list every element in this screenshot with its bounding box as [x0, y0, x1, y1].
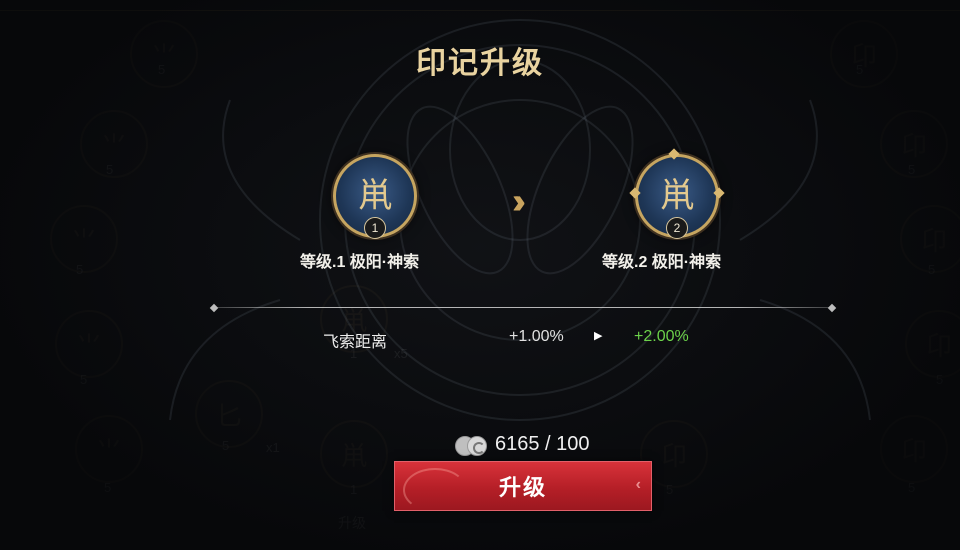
spirit-coin-icon [455, 435, 489, 456]
mark-upgrade-dialog: 印记升级 鼡 1 等级.1 极阳·神索 ›› 鼡 2 等级.2 极阳·神索 飞索… [0, 0, 960, 550]
mark-glyph: 鼡 [358, 175, 392, 216]
mark-glyph: 鼡 [660, 175, 694, 216]
play-arrow-icon: ▶ [594, 330, 603, 342]
stat-name: 飞索距离 [323, 334, 388, 351]
divider-diamond-icon [827, 303, 837, 313]
upgrade-button-label: 升级 [498, 475, 547, 500]
next-mark-label: 等级.2 极阳·神索 [602, 254, 722, 271]
divider-diamond-icon [209, 303, 219, 313]
upgrade-button[interactable]: 升级 ‹ [394, 461, 652, 511]
next-mark-emblem: 鼡 2 [629, 148, 725, 239]
emblem-spike-icon [629, 187, 641, 199]
swirl-decoration-icon [403, 468, 467, 510]
stat-next-value: +2.00% [634, 328, 689, 345]
level-badge: 2 [666, 217, 688, 239]
dialog-title: 印记升级 [416, 46, 544, 81]
upgrade-cost: 6165 / 100 [455, 433, 590, 456]
stat-current-value: +1.00% [509, 328, 564, 345]
emblem-spike-icon [668, 148, 680, 160]
level-badge: 1 [364, 217, 386, 239]
chevron-left-icon: ‹ [635, 476, 643, 493]
current-mark-emblem: 鼡 1 [333, 154, 417, 239]
cost-text: 6165 / 100 [495, 433, 590, 455]
double-chevron-right-icon: ›› [512, 180, 526, 221]
section-divider [216, 307, 832, 308]
current-mark-label: 等级.1 极阳·神索 [300, 254, 420, 271]
emblem-spike-icon [713, 187, 725, 199]
